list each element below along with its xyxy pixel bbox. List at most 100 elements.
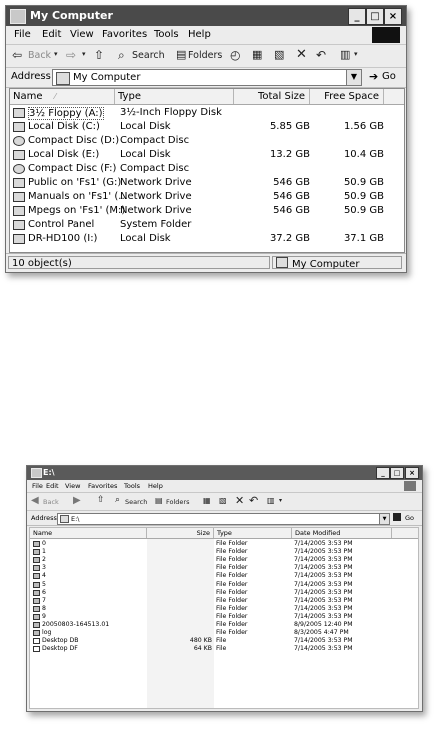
views-dropdown-icon[interactable]: ▾ <box>279 497 282 504</box>
table-row[interactable]: Mpegs on 'Fs1' (M:) Network Drive 546 GB 50… <box>10 204 404 218</box>
minimize-button[interactable]: _ <box>376 467 390 479</box>
title-bar[interactable]: E:\ _ □ × <box>27 466 422 480</box>
table-row[interactable]: 5 File Folder 7/14/2005 3:53 PM <box>30 581 418 589</box>
column-name[interactable]: Name ⁄ <box>10 89 115 104</box>
table-row[interactable]: Control Panel System Folder <box>10 218 404 232</box>
table-row[interactable]: 20050803-164513.01 File Folder 8/9/2005 12… <box>30 621 418 629</box>
delete-icon[interactable]: ✕ <box>235 494 244 507</box>
column-type[interactable]: Type <box>115 89 234 104</box>
back-arrow-icon[interactable]: ⇦ <box>12 48 22 62</box>
title-bar[interactable]: My Computer _ □ × <box>6 6 406 26</box>
window-title: My Computer <box>30 9 113 22</box>
table-row[interactable]: 9 File Folder 7/14/2005 3:53 PM <box>30 613 418 621</box>
back-arrow-icon[interactable]: ◀ <box>31 495 39 506</box>
table-row[interactable]: 1 File Folder 7/14/2005 3:53 PM <box>30 548 418 556</box>
column-name[interactable]: Name <box>30 528 147 538</box>
file-icon <box>33 638 40 645</box>
copy-to-icon[interactable]: ▧ <box>219 496 227 505</box>
delete-icon[interactable]: ✕ <box>296 47 307 62</box>
up-folder-icon[interactable]: ⇧ <box>94 48 104 62</box>
search-button[interactable]: Search <box>125 498 147 506</box>
table-row[interactable]: 7 File Folder 7/14/2005 3:53 PM <box>30 597 418 605</box>
close-button[interactable]: × <box>405 467 419 479</box>
row-date-modified: 8/3/2005 4:47 PM <box>294 629 349 637</box>
table-row[interactable]: Public on 'Fs1' (G:) Network Drive 546 GB 5… <box>10 176 404 190</box>
go-button[interactable]: Go <box>405 514 414 522</box>
row-date-modified: 7/14/2005 3:53 PM <box>294 548 353 556</box>
table-row[interactable]: 8 File Folder 7/14/2005 3:53 PM <box>30 605 418 613</box>
views-icon[interactable]: ▥ <box>340 48 350 61</box>
back-button[interactable]: Back <box>28 50 51 61</box>
forward-button-icon[interactable]: ▶ <box>73 495 81 506</box>
folders-icon[interactable]: ▤ <box>176 48 186 61</box>
minimize-button[interactable]: _ <box>348 8 366 25</box>
views-dropdown-icon[interactable]: ▾ <box>354 50 358 58</box>
up-folder-icon[interactable]: ⇧ <box>97 495 105 505</box>
column-type[interactable]: Type <box>214 528 292 538</box>
menu-file[interactable]: File <box>32 482 43 490</box>
history-icon[interactable]: ◴ <box>230 48 240 62</box>
go-arrow-icon[interactable]: ➔ <box>369 70 378 83</box>
file-list[interactable]: Name ⁄ Type Total Size Free Space 3½ Flop… <box>9 88 405 253</box>
menu-view[interactable]: View <box>70 29 94 40</box>
table-row[interactable]: 2 File Folder 7/14/2005 3:53 PM <box>30 556 418 564</box>
menu-help[interactable]: Help <box>148 482 163 490</box>
network-drive-icon <box>13 206 25 216</box>
menu-favorites[interactable]: Favorites <box>88 482 117 490</box>
copy-to-icon[interactable]: ▧ <box>274 48 284 61</box>
table-row[interactable]: Local Disk (C:) Local Disk 5.85 GB 1.56 GB <box>10 120 404 134</box>
row-date-modified: 7/14/2005 3:53 PM <box>294 556 353 564</box>
menu-tools[interactable]: Tools <box>124 482 140 490</box>
table-row[interactable]: Desktop DF 64 KB File 7/14/2005 3:53 PM <box>30 645 418 653</box>
move-to-icon[interactable]: ▦ <box>252 48 262 61</box>
forward-button-icon[interactable]: ⇨ <box>66 48 76 62</box>
forward-dropdown-icon[interactable]: ▾ <box>82 50 86 58</box>
search-button[interactable]: Search <box>132 50 165 61</box>
menu-help[interactable]: Help <box>188 29 211 40</box>
table-row[interactable]: Manuals on 'Fs1' (... Network Drive 546 GB… <box>10 190 404 204</box>
table-row[interactable]: Compact Disc (D:) Compact Disc <box>10 134 404 148</box>
table-row[interactable]: DR-HD100 (I:) Local Disk 37.2 GB 37.1 GB <box>10 232 404 246</box>
menu-tools[interactable]: Tools <box>154 29 179 40</box>
file-list[interactable]: Name Size Type Date Modified 0 File Folde… <box>29 527 419 709</box>
table-row[interactable]: Desktop DB 480 KB File 7/14/2005 3:53 PM <box>30 637 418 645</box>
column-date-modified[interactable]: Date Modified <box>292 528 392 538</box>
folder-icon <box>33 581 40 588</box>
column-total-size[interactable]: Total Size <box>234 89 310 104</box>
column-size[interactable]: Size <box>147 528 214 538</box>
folders-icon[interactable]: ▤ <box>155 496 163 505</box>
back-button[interactable]: Back <box>43 498 59 506</box>
go-arrow-icon[interactable] <box>393 513 401 521</box>
table-row[interactable]: Compact Disc (F:) Compact Disc <box>10 162 404 176</box>
table-row[interactable]: 3 File Folder 7/14/2005 3:53 PM <box>30 564 418 572</box>
folders-button[interactable]: Folders <box>166 498 189 506</box>
menu-view[interactable]: View <box>65 482 80 490</box>
menu-favorites[interactable]: Favorites <box>102 29 147 40</box>
table-row[interactable]: 6 File Folder 7/14/2005 3:53 PM <box>30 589 418 597</box>
address-dropdown-icon[interactable]: ▼ <box>379 513 390 525</box>
maximize-button[interactable]: □ <box>366 8 384 25</box>
menu-file[interactable]: File <box>14 29 31 40</box>
folders-button[interactable]: Folders <box>188 50 222 61</box>
undo-icon[interactable]: ↶ <box>249 494 258 507</box>
table-row[interactable]: 0 File Folder 7/14/2005 3:53 PM <box>30 540 418 548</box>
views-icon[interactable]: ▥ <box>267 496 275 505</box>
search-icon[interactable]: ⌕ <box>118 48 125 63</box>
table-row[interactable]: log File Folder 8/3/2005 4:47 PM <box>30 629 418 637</box>
go-button[interactable]: Go <box>382 71 396 82</box>
table-row[interactable]: 4 File Folder 7/14/2005 3:53 PM <box>30 572 418 580</box>
column-free-space[interactable]: Free Space <box>310 89 384 104</box>
undo-icon[interactable]: ↶ <box>316 48 326 62</box>
table-row[interactable]: 3½ Floppy (A:) 3½-Inch Floppy Disk <box>10 106 404 120</box>
move-to-icon[interactable]: ▦ <box>203 496 211 505</box>
back-dropdown-icon[interactable]: ▾ <box>54 50 58 58</box>
table-row[interactable]: Local Disk (E:) Local Disk 13.2 GB 10.4 GB <box>10 148 404 162</box>
close-button[interactable]: × <box>384 8 402 25</box>
maximize-button[interactable]: □ <box>390 467 404 479</box>
address-input[interactable]: My Computer ▼ <box>52 69 362 86</box>
address-dropdown-icon[interactable]: ▼ <box>346 69 362 86</box>
menu-edit[interactable]: Edit <box>46 482 59 490</box>
menu-edit[interactable]: Edit <box>42 29 61 40</box>
search-icon[interactable]: ⌕ <box>115 495 120 505</box>
address-input[interactable]: E:\ ▼ <box>57 513 390 525</box>
